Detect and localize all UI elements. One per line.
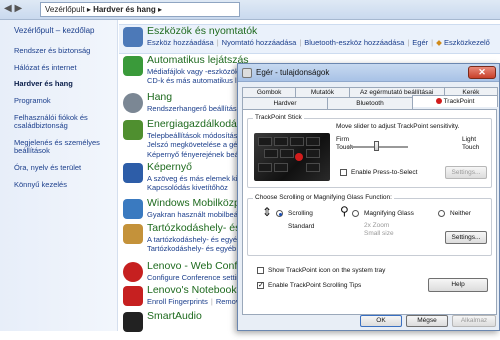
press-to-select-label: Enable Press-to-Select [351,169,418,176]
breadcrumb-current[interactable]: Hardver és hang [93,5,156,14]
magnifying-label: Magnifying Glass [364,210,414,217]
category-title[interactable]: SmartAudio [147,310,202,322]
cancel-button[interactable]: Mégse [406,315,448,327]
sidebar-item-ease-of-access[interactable]: Könnyű kezelés [14,180,117,190]
radio-magnifying-glass[interactable] [352,210,359,217]
category-links: Enroll Fingerprints | Remove [147,297,244,306]
light-label: Light [462,136,477,143]
sidebar-item-clock-language[interactable]: Óra, nyelv és terület [14,163,117,173]
mouse-icon [242,68,252,78]
trackpoint-keyboard-image [254,133,330,181]
link-mouse[interactable]: Egér [412,38,428,47]
monitor-icon [123,163,143,183]
radio-neither[interactable] [438,210,445,217]
trackpoint-icon [435,98,442,105]
light-touch-label: Touch [462,144,480,151]
trackpoint-pane: TrackPoint Stick Move slider to adjust T… [242,109,497,315]
scrolling-tips-checkbox[interactable]: ✓ [257,282,264,289]
sidebar-item-network[interactable]: Hálózat és internet [14,63,117,73]
sidebar-item-system-security[interactable]: Rendszer és biztonság [14,46,117,56]
radio-scrolling[interactable] [276,210,283,217]
tab-pointers[interactable]: Mutatók [295,87,350,97]
zoom-label: 2x Zoom [364,222,390,229]
link-conference-settings[interactable]: Configure Conference settings [147,273,248,282]
sidebar-item-appearance[interactable]: Megjelenés és személyes beállítások [14,138,117,156]
sidebar-item-programs[interactable]: Programok [14,96,117,106]
group-label: Choose Scrolling or Magnifying Glass Fun… [253,194,394,201]
stick-settings-button[interactable]: Settings... [445,166,487,179]
breadcrumb-root[interactable]: Vezérlőpult [45,5,85,14]
category-title[interactable]: Eszközök és nyomtatók [147,25,257,37]
shield-icon: ◆ [436,38,442,47]
sidebar: Vezérlőpult – kezdőlap Rendszer és bizto… [0,20,118,331]
sidebar-item-hardware-sound[interactable]: Hardver és hang [14,80,117,89]
help-button[interactable]: Help [428,278,488,292]
show-tray-icon-checkbox[interactable] [257,267,264,274]
scrolling-tips-label: Enable TrackPoint Scrolling Tips [268,282,362,289]
sensitivity-slider-thumb[interactable] [374,141,379,151]
scroll-arrows-icon: ⇕ [262,205,273,219]
group-label: TrackPoint Stick [253,114,304,121]
show-tray-icon-label: Show TrackPoint icon on the system tray [268,267,386,274]
address-bar: ◀ ▶ Vezérlőpult ▸ Hardver és hang ▸ [0,0,500,20]
category-links: Rendszerhangerő beállítása [147,104,241,113]
category-title[interactable]: Hang [147,91,172,103]
tab-bluetooth[interactable]: Bluetooth [327,97,413,109]
link-add-printer[interactable]: Nyomtató hozzáadása [222,38,297,47]
small-size-label: Small size [364,230,394,237]
tab-hardware[interactable]: Hardver [242,97,328,109]
link-add-bluetooth[interactable]: Bluetooth-eszköz hozzáadása [304,38,404,47]
press-to-select-checkbox[interactable] [340,169,347,176]
breadcrumb[interactable]: Vezérlőpult ▸ Hardver és hang ▸ [40,2,240,17]
category-title[interactable]: Automatikus lejátszás [147,54,249,66]
tab-trackpoint[interactable]: TrackPoint [412,95,498,107]
close-button[interactable]: ✕ [468,66,496,79]
breadcrumb-separator-icon: ▸ [158,5,163,14]
magnifying-glass-icon: ⚲ [340,204,349,218]
link-system-volume[interactable]: Rendszerhangerő beállítása [147,104,241,113]
tab-trackpoint-label: TrackPoint [443,98,475,105]
dialog-titlebar[interactable]: Egér - tulajdonságok ✕ [238,64,499,82]
link-device-manager[interactable]: Eszközkezelő [444,38,490,47]
apply-button[interactable]: Alkalmaz [452,315,496,327]
tab-buttons[interactable]: Gombok [242,87,297,97]
smartaudio-icon [123,312,143,332]
mouse-properties-dialog: Egér - tulajdonságok ✕ Gombok Mutatók Az… [237,63,500,331]
category-links: Configure Conference settings [147,273,248,282]
category-title[interactable]: Képernyő [147,161,192,173]
sidebar-home-link[interactable]: Vezérlőpult – kezdőlap [14,26,117,35]
sensor-icon [123,224,143,244]
battery-icon [123,120,143,140]
tab-strip: Gombok Mutatók Az egérmutató beállításai… [242,87,499,109]
printer-icon [123,27,143,47]
firm-label: Firm [336,136,349,143]
webcam-icon [123,262,143,282]
category-devices-printers: Eszközök és nyomtatók Eszköz hozzáadása |… [119,24,500,54]
autoplay-icon [123,56,143,76]
link-add-device[interactable]: Eszköz hozzáadása [147,38,214,47]
scrolling-function-group: Choose Scrolling or Magnifying Glass Fun… [247,194,492,256]
mobility-center-icon [123,199,143,219]
category-links: Eszköz hozzáadása | Nyomtató hozzáadása | Bl… [147,38,490,47]
speaker-icon [123,93,143,113]
back-forward-icon[interactable]: ◀ ▶ [4,3,22,14]
fingerprint-icon [123,286,143,306]
sidebar-item-user-accounts[interactable]: Felhasználói fiókok és családbiztonság [14,113,117,131]
breadcrumb-separator-icon: ▸ [86,5,91,14]
neither-label: Neither [450,210,471,217]
dialog-title: Egér - tulajdonságok [256,68,330,77]
ok-button[interactable]: OK [360,315,402,327]
scroll-settings-button[interactable]: Settings... [445,231,487,244]
dialog-footer: OK Mégse Alkalmaz [238,313,500,330]
scrolling-label: Scrolling [288,210,313,217]
link-enroll-fingerprints[interactable]: Enroll Fingerprints [147,297,208,306]
stick-description: Move slider to adjust TrackPoint sensiti… [336,123,460,130]
scrolling-standard-label: Standard [288,223,315,230]
trackpoint-stick-group: TrackPoint Stick Move slider to adjust T… [247,114,492,188]
